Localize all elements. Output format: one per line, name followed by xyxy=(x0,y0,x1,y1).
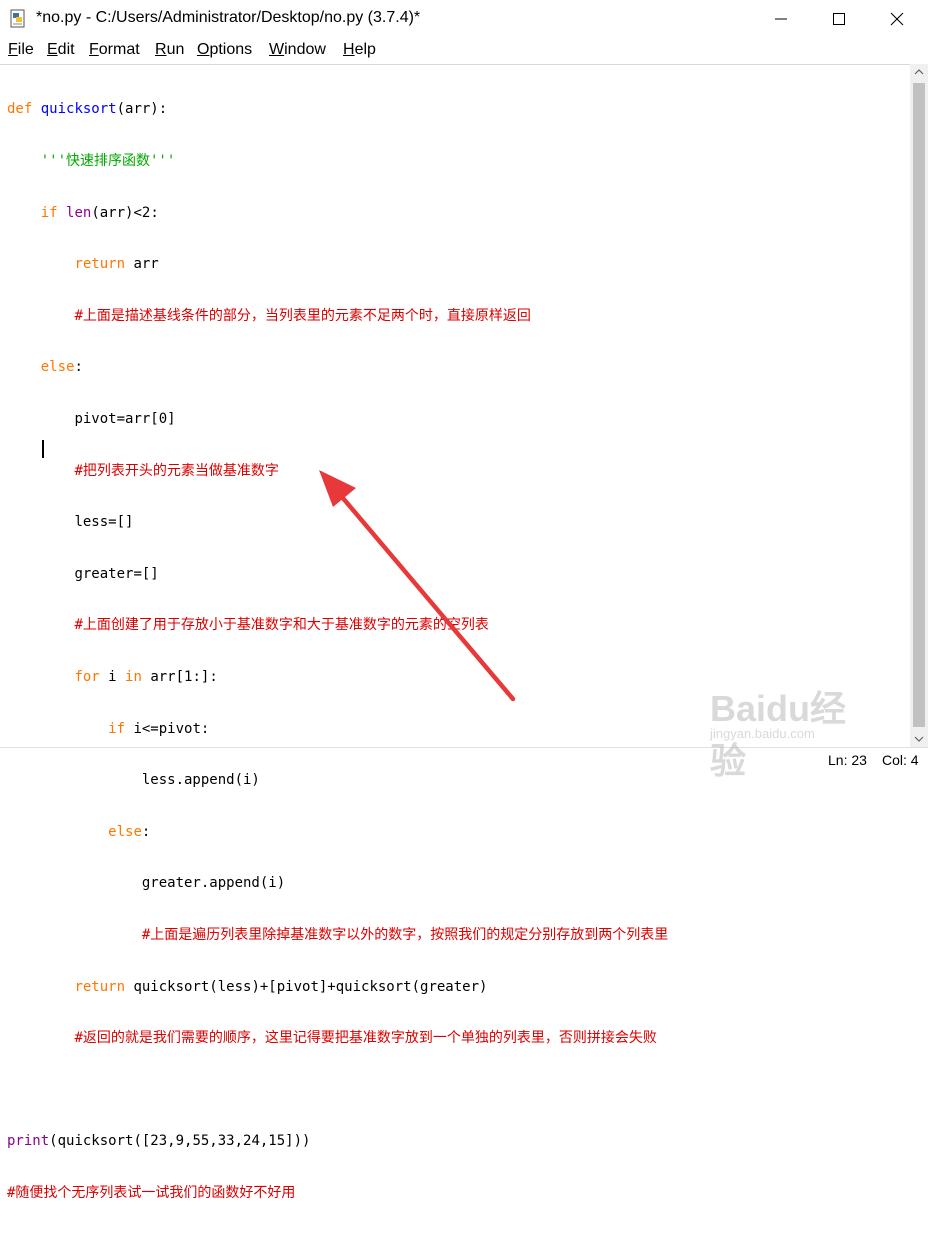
text-cursor xyxy=(42,440,44,458)
menu-options[interactable]: Options xyxy=(197,41,252,59)
vertical-scrollbar[interactable] xyxy=(910,64,928,747)
maximize-icon xyxy=(833,13,845,25)
code-line-13: if i<=pivot: xyxy=(7,721,668,738)
comment: #上面创建了用于存放小于基准数字和大于基准数字的元素的空列表 xyxy=(74,617,489,634)
keyword-else: else xyxy=(40,359,75,376)
keyword-if: if xyxy=(108,720,126,737)
comment: #返回的就是我们需要的顺序，这里记得要把基准数字放到一个单独的列表里，否则拼接会… xyxy=(74,1030,657,1047)
builtin-print: print xyxy=(7,1133,50,1150)
function-name: quicksort xyxy=(40,101,117,118)
maximize-button[interactable] xyxy=(810,0,868,38)
close-icon xyxy=(890,12,904,26)
keyword-for: for xyxy=(74,668,100,685)
comment: #上面是遍历列表里除掉基准数字以外的数字，按照我们的规定分别存放到两个列表里 xyxy=(141,926,669,943)
minimize-button[interactable] xyxy=(752,0,810,38)
code-line-9: less=[] xyxy=(7,514,668,531)
code-token: arr xyxy=(125,256,159,273)
scroll-thumb[interactable] xyxy=(913,83,925,727)
title-bar: *no.py - C:/Users/Administrator/Desktop/… xyxy=(0,0,928,38)
code-line-3: if len(arr)<2: xyxy=(7,205,668,222)
code-line-4: return arr xyxy=(7,256,668,273)
code-token: less.append(i) xyxy=(141,772,260,789)
scroll-down-button[interactable] xyxy=(910,730,928,747)
code-line-10: greater=[] xyxy=(7,566,668,583)
minimize-icon xyxy=(775,18,787,20)
docstring: '''快速排序函数''' xyxy=(40,153,176,169)
comment: #上面是描述基线条件的部分，当列表里的元素不足两个时，直接原样返回 xyxy=(74,307,531,324)
code-token: (quicksort([23,9,55,33,24,15])) xyxy=(49,1133,311,1150)
watermark-url: jingyan.baidu.com xyxy=(710,726,815,741)
code-token: pivot=arr[0] xyxy=(74,410,176,427)
chevron-down-icon xyxy=(914,736,924,742)
keyword-return: return xyxy=(74,978,126,995)
code-line-19: #返回的就是我们需要的顺序，这里记得要把基准数字放到一个单独的列表里，否则拼接会… xyxy=(7,1030,668,1047)
code-line-16: greater.append(i) xyxy=(7,875,668,892)
scroll-up-button[interactable] xyxy=(910,64,928,81)
comment: #随便找个无序列表试一试我们的函数好不好用 xyxy=(7,1184,296,1201)
code-line-8: #把列表开头的元素当做基准数字 xyxy=(7,463,668,480)
menu-bar: File Edit Format Run Options Window Help xyxy=(0,38,928,64)
menu-run[interactable]: Run xyxy=(155,41,184,59)
keyword-else: else xyxy=(108,823,142,840)
code-line-1: def quicksort(arr): xyxy=(7,101,668,118)
close-button[interactable] xyxy=(868,0,926,38)
code-line-11: #上面创建了用于存放小于基准数字和大于基准数字的元素的空列表 xyxy=(7,617,668,634)
chevron-up-icon xyxy=(914,69,924,75)
code-line-17: #上面是遍历列表里除掉基准数字以外的数字，按照我们的规定分别存放到两个列表里 xyxy=(7,927,668,944)
keyword-in: in xyxy=(125,668,142,685)
code-token: : xyxy=(141,823,151,840)
python-file-icon xyxy=(8,9,28,29)
code-line-15: else: xyxy=(7,824,668,841)
code-line-5: #上面是描述基线条件的部分，当列表里的元素不足两个时，直接原样返回 xyxy=(7,308,668,325)
menu-window[interactable]: Window xyxy=(269,41,326,59)
menu-file[interactable]: File xyxy=(8,41,34,59)
code-editor[interactable]: def quicksort(arr): '''快速排序函数''' if len(… xyxy=(0,64,910,1201)
code-line-2: '''快速排序函数''' xyxy=(7,153,668,170)
status-column-number: Col: 4 xyxy=(882,752,919,768)
code-line-18: return quicksort(less)+[pivot]+quicksort… xyxy=(7,979,668,996)
builtin-len: len xyxy=(66,204,92,221)
code-line-6: else: xyxy=(7,359,668,376)
code-token: : xyxy=(74,359,83,376)
code-line-21: print(quicksort([23,9,55,33,24,15])) xyxy=(7,1133,668,1150)
keyword-def: def xyxy=(7,101,33,118)
code-token: quicksort(less)+[pivot]+quicksort(greate… xyxy=(125,978,488,995)
code-token: greater.append(i) xyxy=(141,875,286,892)
keyword-return: return xyxy=(74,256,126,273)
code-token: (arr): xyxy=(116,101,168,118)
menu-help[interactable]: Help xyxy=(343,41,376,59)
code-line-22: #随便找个无序列表试一试我们的函数好不好用 xyxy=(7,1185,668,1202)
menu-edit[interactable]: Edit xyxy=(47,41,75,59)
code-token: (arr)<2: xyxy=(91,204,159,221)
code-token: greater=[] xyxy=(74,565,159,582)
code-text[interactable]: def quicksort(arr): '''快速排序函数''' if len(… xyxy=(7,67,668,1236)
code-token: arr[1:]: xyxy=(141,668,218,685)
code-token: less=[] xyxy=(74,514,134,531)
code-line-14: less.append(i) xyxy=(7,772,668,789)
code-line-7: pivot=arr[0] xyxy=(7,411,668,428)
code-token: i xyxy=(99,668,126,685)
comment: #把列表开头的元素当做基准数字 xyxy=(74,462,279,479)
code-line-12: for i in arr[1:]: xyxy=(7,669,668,686)
baidu-watermark: Baidu经验 jingyan.baidu.com xyxy=(706,680,876,781)
menu-format[interactable]: Format xyxy=(89,41,140,59)
window-title: *no.py - C:/Users/Administrator/Desktop/… xyxy=(36,9,421,26)
keyword-if: if xyxy=(40,204,58,221)
code-token: i<=pivot: xyxy=(125,720,210,737)
